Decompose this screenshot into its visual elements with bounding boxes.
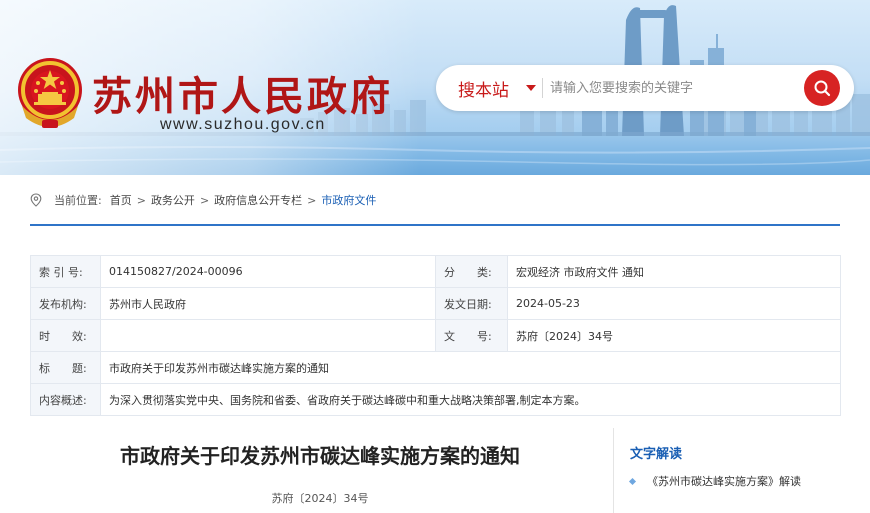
title-label: 标 题: [30,351,101,384]
breadcrumb-separator: > [136,193,146,207]
table-row: 时 效: 文 号: 苏府〔2024〕34号 [30,319,841,352]
table-row: 索 引 号: 014150827/2024-00096 分 类: 宏观经济 市政… [30,255,841,288]
interpretation-heading: 文字解读 [630,447,683,462]
title-value: 市政府关于印发苏州市碳达峰实施方案的通知 [100,351,841,384]
article-title: 市政府关于印发苏州市碳达峰实施方案的通知 [120,444,520,468]
table-row: 内容概述: 为深入贯彻落实党中央、国务院和省委、省政府关于碳达峰碳中和重大战略决… [30,383,841,416]
summary-label: 内容概述: [30,383,101,416]
summary-value: 为深入贯彻落实党中央、国务院和省委、省政府关于碳达峰碳中和重大战略决策部署,制定… [100,383,841,416]
publisher-value: 苏州市人民政府 [100,287,436,320]
index-label: 索 引 号: [30,255,101,288]
table-row: 发布机构: 苏州市人民政府 发文日期: 2024-05-23 [30,287,841,320]
search-button[interactable] [804,70,840,106]
site-title[interactable]: 苏州市人民政府 [92,64,393,122]
doc-number-label: 文 号: [435,319,508,352]
document-info-table: 索 引 号: 014150827/2024-00096 分 类: 宏观经济 市政… [30,255,841,416]
doc-number-value: 苏府〔2024〕34号 [507,319,841,352]
breadcrumb-separator: > [307,193,317,207]
breadcrumb-current[interactable]: 市政府文件 [321,192,376,208]
chevron-down-icon[interactable] [526,85,536,91]
breadcrumb-gov-affairs[interactable]: 政务公开 [151,192,195,208]
search-divider [542,78,543,98]
interpretation-link[interactable]: 《苏州市碳达峰实施方案》解读 [628,473,801,489]
search-box: 搜本站 [436,65,854,111]
breadcrumb-home[interactable]: 首页 [110,192,132,208]
site-url: www.suzhou.gov.cn [160,116,326,133]
article-doc-number: 苏府〔2024〕34号 [271,492,369,505]
index-value: 014150827/2024-00096 [100,255,436,288]
breadcrumb-info-disclosure[interactable]: 政府信息公开专栏 [214,192,302,208]
diamond-bullet-icon [628,477,637,485]
breadcrumb-prefix: 当前位置: [54,194,102,207]
breadcrumb-separator: > [199,193,210,207]
search-scope-dropdown[interactable]: 搜本站 [458,76,509,101]
table-row: 标 题: 市政府关于印发苏州市碳达峰实施方案的通知 [30,351,841,384]
validity-value [100,319,436,352]
search-icon [814,80,831,97]
national-emblem-icon[interactable] [16,56,84,134]
breadcrumb-divider [30,224,840,226]
search-input[interactable] [550,74,790,102]
category-value: 宏观经济 市政府文件 通知 [507,255,841,288]
category-label: 分 类: [435,255,508,288]
header-banner: 苏州市人民政府 www.suzhou.gov.cn 搜本站 [0,0,870,175]
validity-label: 时 效: [30,319,101,352]
issue-date-label: 发文日期: [435,287,508,320]
breadcrumb: 当前位置: 首页 > 政务公开 > 政府信息公开专栏 > 市政府文件 [30,192,376,208]
location-pin-icon [30,193,42,207]
publisher-label: 发布机构: [30,287,101,320]
column-divider [613,428,614,513]
issue-date-value: 2024-05-23 [507,287,841,320]
interpretation-link-label[interactable]: 《苏州市碳达峰实施方案》解读 [647,473,801,489]
